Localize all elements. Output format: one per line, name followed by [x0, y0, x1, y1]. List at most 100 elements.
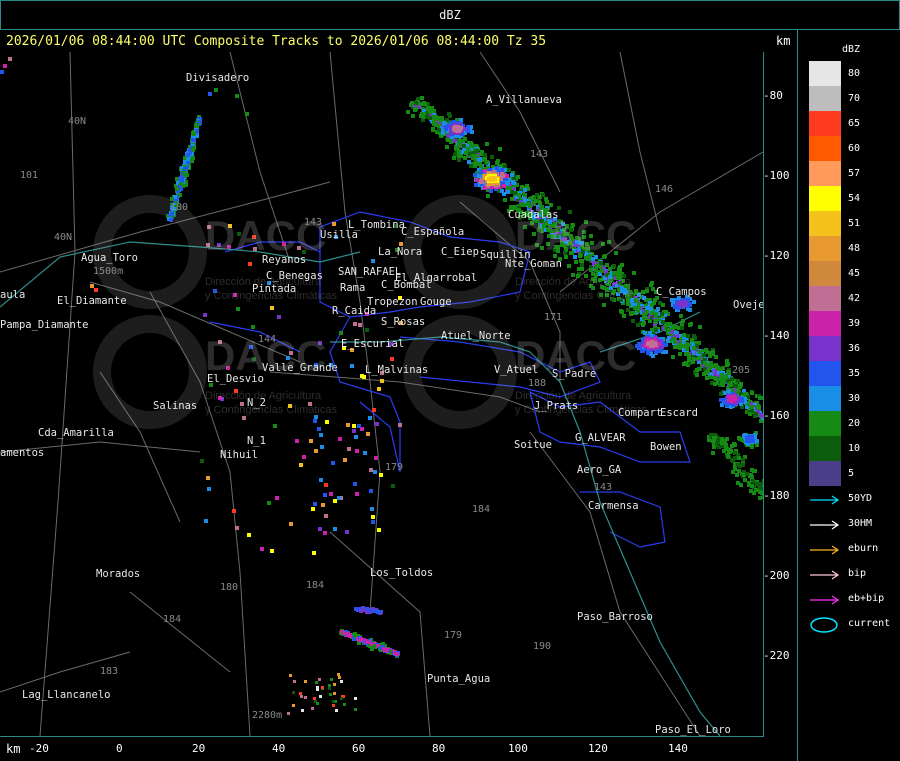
- echo-cell: [711, 451, 715, 455]
- echo-cell: [207, 487, 211, 491]
- echo-cell: [374, 456, 378, 460]
- echo-cell: [707, 363, 711, 367]
- echo-cell: [698, 350, 702, 354]
- echo-cell: [702, 353, 706, 357]
- echo-cell: [390, 357, 394, 361]
- radar-map[interactable]: DACC DACC DACC DACC Dirección de Agricul…: [0, 52, 764, 737]
- echo-cell: [379, 473, 383, 477]
- echo-cell: [311, 707, 314, 710]
- echo-cell: [720, 373, 724, 377]
- echo-cell: [315, 681, 318, 684]
- echo-cell: [653, 341, 657, 345]
- echo-cell: [358, 323, 362, 327]
- echo-cell: [428, 116, 432, 120]
- echo-cell: [337, 673, 340, 676]
- watermark-line: y Contingencias Climáticas: [515, 290, 648, 302]
- echo-cell: [467, 160, 471, 164]
- legend-swatch-label: 35: [848, 368, 861, 379]
- place-label: Tropezon: [367, 296, 418, 308]
- echo-cell: [541, 193, 545, 197]
- legend-swatch-label: 65: [848, 118, 861, 129]
- echo-cell: [688, 308, 692, 312]
- echo-cell: [650, 303, 654, 307]
- echo-cell: [277, 315, 281, 319]
- echo-cell: [685, 352, 689, 356]
- echo-cell: [752, 491, 756, 495]
- echo-cell: [275, 496, 279, 500]
- current-track-icon: [810, 617, 838, 633]
- echo-cell: [692, 300, 696, 304]
- echo-cell: [692, 334, 696, 338]
- echo-cell: [471, 154, 475, 158]
- echo-cell: [350, 364, 354, 368]
- echo-cell: [466, 129, 470, 133]
- echo-cell: [719, 398, 723, 402]
- place-label: Salinas: [153, 400, 198, 412]
- echo-cell: [567, 264, 571, 268]
- legend-swatch: [809, 186, 841, 211]
- echo-cell: [741, 458, 745, 462]
- echo-cell: [631, 319, 635, 323]
- place-label: S_Padre: [552, 368, 597, 380]
- echo-cell: [757, 406, 761, 410]
- place-label: Escard: [660, 407, 698, 419]
- legend-track-label: current: [848, 618, 891, 629]
- echo-cell: [323, 531, 327, 535]
- place-label: aula: [0, 289, 26, 301]
- place-label: C_Eiep: [441, 246, 479, 258]
- echo-cell: [612, 264, 616, 268]
- echo-cell: [640, 349, 644, 353]
- echo-cell: [320, 445, 324, 449]
- echo-cell: [469, 164, 473, 168]
- echo-cell: [411, 114, 415, 118]
- echo-cell: [466, 125, 470, 129]
- echo-cell: [729, 397, 733, 401]
- echo-cell: [372, 408, 376, 412]
- echo-cell: [304, 680, 307, 683]
- echo-cell: [328, 687, 331, 690]
- highway-number: 143: [304, 217, 323, 228]
- echo-cell: [679, 314, 683, 318]
- echo-cell: [741, 463, 745, 467]
- echo-cell: [698, 325, 702, 329]
- echo-cell: [653, 298, 657, 302]
- echo-cell: [470, 130, 474, 134]
- echo-cell: [680, 302, 684, 306]
- echo-cell: [510, 173, 514, 177]
- echo-cell: [510, 197, 514, 201]
- place-label: El_Desvio: [207, 373, 264, 385]
- echo-cell: [714, 355, 718, 359]
- echo-cell: [373, 470, 377, 474]
- echo-cell: [489, 189, 493, 193]
- echo-cell: [348, 634, 352, 638]
- echo-cell: [316, 702, 319, 705]
- legend-swatch-label: 42: [848, 293, 861, 304]
- echo-cell: [90, 284, 94, 288]
- echo-cell: [680, 326, 684, 330]
- place-label: Reyanos: [262, 254, 307, 266]
- place-label: E_Escurial: [341, 338, 405, 350]
- echo-cell: [667, 328, 671, 332]
- echo-cell: [333, 499, 337, 503]
- echo-cell: [236, 307, 240, 311]
- echo-cell: [685, 347, 689, 351]
- echo-cell: [311, 507, 315, 511]
- echo-cell: [371, 259, 375, 263]
- highway-number: 179: [444, 630, 463, 641]
- echo-cell: [260, 547, 264, 551]
- echo-cell: [273, 424, 277, 428]
- echo-cell: [354, 708, 357, 711]
- echo-cell: [680, 322, 684, 326]
- place-label: Pintada: [252, 283, 297, 295]
- echo-cell: [270, 549, 274, 553]
- echo-cell: [319, 433, 323, 437]
- highway-number: 101: [20, 170, 39, 181]
- highway-number: 143: [594, 482, 613, 493]
- legend-track-label: 30HM: [848, 518, 873, 529]
- echo-cell: [697, 356, 701, 360]
- echo-cell: [580, 267, 584, 271]
- echo-cell: [661, 303, 665, 307]
- radar-map-canvas[interactable]: [0, 52, 763, 736]
- echo-cell: [206, 476, 210, 480]
- highway-number: 188: [528, 378, 547, 389]
